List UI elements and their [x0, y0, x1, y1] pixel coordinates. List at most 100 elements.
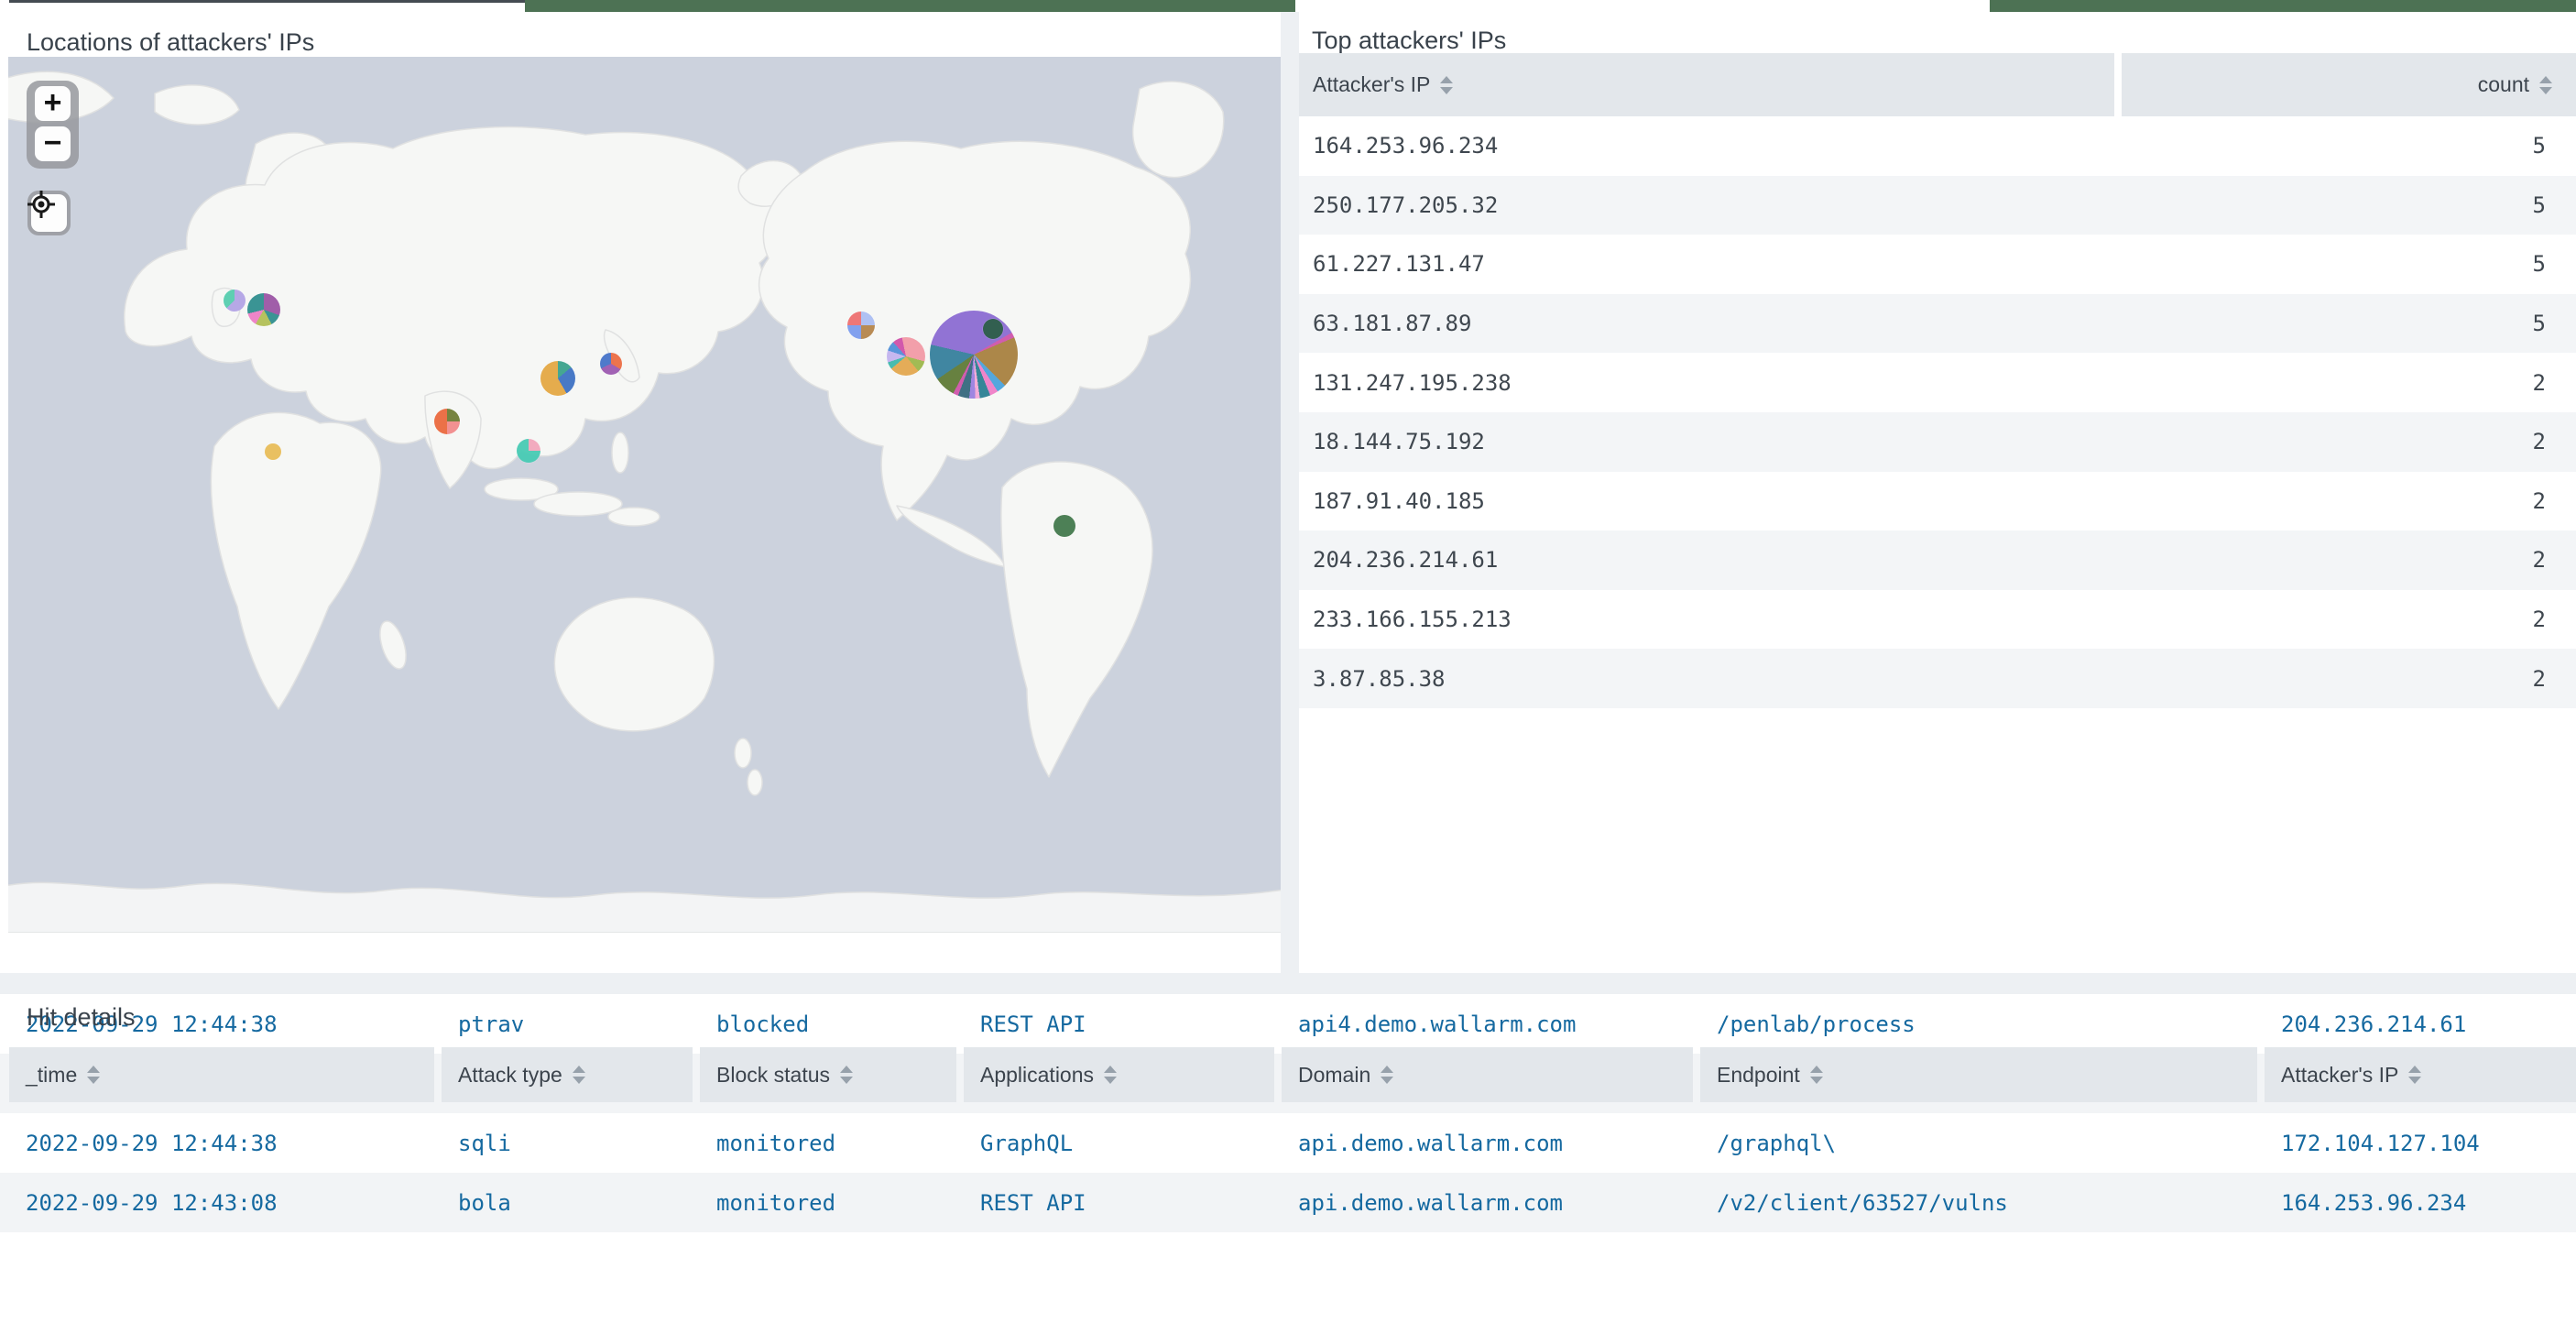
world-map[interactable]: + −: [8, 57, 1281, 933]
applications-cell[interactable]: REST API: [964, 1190, 1274, 1216]
locations-panel: Locations of attackers' IPs: [0, 12, 1281, 973]
column-header-domain[interactable]: Domain: [1282, 1047, 1693, 1102]
pie-west-africa[interactable]: [265, 443, 281, 460]
sort-icon: [573, 1066, 585, 1084]
time-cell[interactable]: 2022-09-29 12:43:08: [9, 1190, 434, 1216]
attack-type-cell[interactable]: ptrav: [442, 1011, 693, 1037]
domain-cell[interactable]: api.demo.wallarm.com: [1282, 1131, 1693, 1156]
endpoint-cell[interactable]: /penlab/process: [1700, 1011, 2257, 1037]
zoom-out-button[interactable]: −: [35, 126, 71, 161]
attacker-ip-cell[interactable]: 3.87.85.38: [1299, 666, 2114, 692]
sort-icon: [1381, 1066, 1393, 1084]
table-row[interactable]: 164.253.96.2345: [1299, 116, 2576, 176]
attacker-ip-cell[interactable]: 187.91.40.185: [1299, 488, 2114, 514]
time-cell[interactable]: 2022-09-29 12:44:38: [9, 1131, 434, 1156]
column-label: Attacker's IP: [2281, 1063, 2398, 1088]
table-body: 164.253.96.2345250.177.205.32561.227.131…: [1299, 116, 2576, 708]
count-cell[interactable]: 5: [2114, 133, 2576, 159]
table-row[interactable]: 3.87.85.382: [1299, 649, 2576, 708]
attacker-ip-cell[interactable]: 18.144.75.192: [1299, 429, 2114, 454]
attacker-ip-cell[interactable]: 61.227.131.47: [1299, 251, 2114, 277]
count-cell[interactable]: 5: [2114, 192, 2576, 218]
table-row[interactable]: 131.247.195.2382: [1299, 353, 2576, 412]
dot-us-northeast[interactable]: [983, 319, 1003, 339]
pie-us-south[interactable]: [887, 337, 925, 376]
attack-type-cell[interactable]: bola: [442, 1190, 693, 1216]
endpoint-cell[interactable]: /v2/client/63527/vulns: [1700, 1190, 2257, 1216]
table-row[interactable]: 61.227.131.475: [1299, 235, 2576, 294]
attacker-ip-cell[interactable]: 250.177.205.32: [1299, 192, 2114, 218]
block-status-cell[interactable]: monitored: [700, 1190, 956, 1216]
table-row[interactable]: 204.236.214.612: [1299, 530, 2576, 590]
column-header-attacker-s-ip[interactable]: Attacker's IP: [2265, 1047, 2576, 1102]
block-status-cell[interactable]: monitored: [700, 1131, 956, 1156]
count-cell[interactable]: 2: [2114, 488, 2576, 514]
pie-france[interactable]: [247, 293, 280, 326]
attacker-ip-cell[interactable]: 164.253.96.234: [1299, 133, 2114, 159]
column-header-count[interactable]: count: [2122, 53, 2576, 116]
pie-us-west[interactable]: [847, 312, 875, 339]
column-header-block-status[interactable]: Block status: [700, 1047, 956, 1102]
sort-icon: [2539, 76, 2552, 94]
sort-icon: [1810, 1066, 1823, 1084]
locate-button[interactable]: [27, 191, 71, 235]
attacker-ip-cell[interactable]: 233.166.155.213: [1299, 607, 2114, 632]
panel-title: Top attackers' IPs: [1312, 27, 1506, 55]
count-cell[interactable]: 2: [2114, 429, 2576, 454]
domain-cell[interactable]: api.demo.wallarm.com: [1282, 1190, 1693, 1216]
crosshair-icon: [31, 194, 67, 232]
count-cell[interactable]: 2: [2114, 666, 2576, 692]
endpoint-cell[interactable]: /graphql\: [1700, 1131, 2257, 1156]
table-row[interactable]: 187.91.40.1852: [1299, 472, 2576, 531]
green-chart-remnant-right: [1990, 0, 2576, 12]
pie-us-east[interactable]: [930, 311, 1018, 399]
dot-brazil[interactable]: [1053, 515, 1075, 537]
table-row[interactable]: 18.144.75.1922: [1299, 412, 2576, 472]
column-header--time[interactable]: _time: [9, 1047, 434, 1102]
pie-japan[interactable]: [600, 353, 622, 375]
attacker-ip-cell[interactable]: 204.236.214.61: [2265, 1011, 2576, 1037]
page-title: Locations of attackers' IPs: [27, 28, 314, 57]
count-cell[interactable]: 5: [2114, 311, 2576, 336]
count-cell[interactable]: 2: [2114, 370, 2576, 396]
attacker-ip-cell[interactable]: 164.253.96.234: [2265, 1190, 2576, 1216]
column-label: Attack type: [458, 1063, 562, 1088]
count-cell[interactable]: 2: [2114, 607, 2576, 632]
column-label: _time: [26, 1063, 77, 1088]
attacker-ip-cell[interactable]: 204.236.214.61: [1299, 547, 2114, 573]
chart-axis-remnant: [9, 0, 525, 3]
attacker-ip-cell[interactable]: 63.181.87.89: [1299, 311, 2114, 336]
zoom-in-button[interactable]: +: [35, 86, 71, 121]
sort-icon: [1440, 76, 1453, 94]
table-row[interactable]: 2022-09-29 12:43:08 bola monitored REST API…: [0, 1173, 2576, 1232]
table-row[interactable]: 250.177.205.325: [1299, 176, 2576, 235]
attack-type-cell[interactable]: sqli: [442, 1131, 693, 1156]
column-label: Endpoint: [1717, 1063, 1800, 1088]
block-status-cell[interactable]: blocked: [700, 1011, 956, 1037]
table-row[interactable]: 233.166.155.2132: [1299, 590, 2576, 650]
scrolled-panel-remnant: [0, 0, 2576, 12]
column-header-applications[interactable]: Applications: [964, 1047, 1274, 1102]
count-cell[interactable]: 5: [2114, 251, 2576, 277]
world-map-tiles: [8, 57, 1281, 933]
applications-cell[interactable]: GraphQL: [964, 1131, 1274, 1156]
pie-india[interactable]: [434, 409, 460, 434]
domain-cell[interactable]: api4.demo.wallarm.com: [1282, 1011, 1693, 1037]
column-header-attack-type[interactable]: Attack type: [442, 1047, 693, 1102]
table-row[interactable]: 2022-09-29 12:44:38 sqli monitored GraphQL a…: [0, 1113, 2576, 1173]
attacker-ip-cell[interactable]: 172.104.127.104: [2265, 1131, 2576, 1156]
pie-se-asia[interactable]: [517, 439, 540, 463]
column-header-endpoint[interactable]: Endpoint: [1700, 1047, 2257, 1102]
top-attackers-panel: Top attackers' IPs Attacker's IP count 1…: [1299, 12, 2576, 973]
pie-china[interactable]: [540, 361, 575, 396]
table-header: Attacker's IP count: [1299, 53, 2576, 116]
table-row[interactable]: 63.181.87.895: [1299, 294, 2576, 354]
sort-icon: [1104, 1066, 1117, 1084]
table-row[interactable]: 2022-09-29 12:44:38ptravblockedREST APIa…: [0, 994, 2576, 1054]
column-header-attackers-ip[interactable]: Attacker's IP: [1299, 53, 2114, 116]
sort-icon: [2408, 1066, 2421, 1084]
attacker-ip-cell[interactable]: 131.247.195.238: [1299, 370, 2114, 396]
applications-cell[interactable]: REST API: [964, 1011, 1274, 1037]
count-cell[interactable]: 2: [2114, 547, 2576, 573]
pie-uk[interactable]: [224, 290, 246, 312]
